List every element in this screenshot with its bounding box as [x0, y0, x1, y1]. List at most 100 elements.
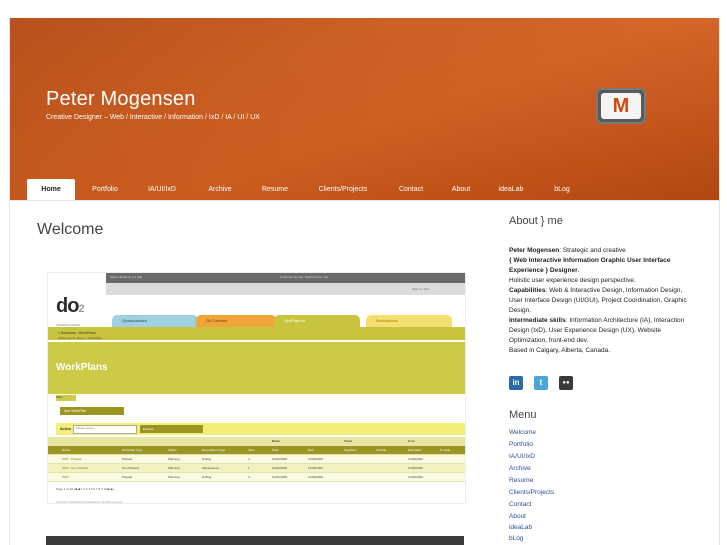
cell: 10/01/2009: [272, 466, 288, 470]
site-header: Peter Mogensen Creative Designer – Web /…: [10, 18, 719, 200]
menu-heading: Menu: [509, 409, 537, 421]
cell: 11/30/2009: [308, 457, 323, 461]
menu-link-idealab[interactable]: ideaLab: [509, 524, 532, 531]
app-breadcrumb: » Summary : WorkPlans: [58, 331, 96, 335]
logo-plate: M: [601, 93, 641, 119]
cell: Maintenance: [202, 466, 220, 470]
page-frame: Peter Mogensen Creative Designer – Web /…: [9, 18, 720, 545]
twitter-icon[interactable]: t: [534, 376, 548, 390]
cell: Phased: [122, 457, 133, 461]
nav-divider: [10, 200, 719, 201]
about-name: Peter Mogensen: [509, 247, 560, 254]
next-post-image: [46, 536, 464, 545]
customer-text: Customer for use: TechCore Co. Ltd: [280, 275, 328, 279]
app-top-bar: Sales Hierarchy 4 1 [18] Customer for us…: [106, 273, 465, 283]
cell: 3: [248, 457, 250, 461]
menu-link-about[interactable]: About: [509, 513, 526, 520]
cell: WP1 - Phased: [62, 457, 82, 461]
about-role-tail: .: [577, 267, 580, 274]
app-title-bar: WorkPlans: [48, 342, 465, 394]
col-to-date: To Date: [440, 448, 451, 452]
about-location: Based in Calgary, Alberta, Canada.: [509, 347, 611, 354]
site-title[interactable]: Peter Mogensen: [46, 88, 196, 111]
intermediate-label: Intermediate skills: [509, 317, 566, 324]
menu-link-welcome[interactable]: Welcome: [509, 429, 536, 436]
app-copyright: Copyright © 2009 DO2 Technologies Inc. A…: [56, 501, 123, 504]
cell: Drilling: [202, 457, 212, 461]
action-bar: Action - Please select - Execute: [56, 423, 465, 435]
nav-portfolio[interactable]: Portfolio: [83, 179, 127, 200]
menu-link-blog[interactable]: bLog: [509, 535, 523, 542]
action-label: Action: [60, 427, 71, 431]
app-subnav: » Summary : WorkPlans Where am I?: Home …: [48, 327, 465, 340]
action-select: - Please select -: [73, 425, 137, 434]
add-workplan-button: Add WorkPlan: [60, 407, 124, 415]
col-name: Name: [62, 448, 71, 452]
menu-link-portfolio[interactable]: Portfolio: [509, 441, 533, 448]
nav-resume[interactable]: Resume: [254, 179, 296, 200]
app-pager: Page 1 of 10 |◀ ◀ 1 2 3 4 5 6 7 8 9 10 ▶…: [56, 487, 114, 491]
col-suppliers: Suppliers: [344, 448, 357, 452]
nav-clients-projects[interactable]: Clients/Projects: [311, 179, 375, 200]
cell: 11/30/2009: [308, 475, 323, 479]
table-row: WP2 - Non-Phased Non-Phased Planning Mai…: [48, 464, 465, 473]
do2-logo-text: do: [56, 295, 79, 317]
logo-letter: M: [612, 95, 630, 117]
main-nav: Home Portfolio IA/UI/IxD Archive Resume …: [10, 176, 719, 200]
sign-in-text: Sign In / Out: [412, 287, 429, 291]
menu-link-contact[interactable]: Contact: [509, 501, 531, 508]
do2-logo-super: 2: [78, 303, 84, 315]
cell: 10/01/2009: [272, 457, 288, 461]
table-row: WP3 Phased Planning Drilling 3 10/01/200…: [48, 473, 465, 482]
hierarchy-text: Sales Hierarchy 4 1 [18]: [110, 275, 143, 279]
cell: 1: [248, 466, 250, 470]
cell: 11/30/2009: [408, 475, 423, 479]
col-workplan-type: WorkPlan Type: [122, 448, 143, 452]
about-text: Peter Mogensen: Strategic and creative {…: [509, 246, 691, 356]
nav-home[interactable]: Home: [27, 179, 75, 200]
nav-archive[interactable]: Archive: [198, 179, 242, 200]
nav-about[interactable]: About: [443, 179, 479, 200]
menu-link-archive[interactable]: Archive: [509, 465, 531, 472]
cell: Planning: [168, 466, 180, 470]
nav-idealab[interactable]: ideaLab: [492, 179, 530, 200]
cell: Phased: [122, 475, 133, 479]
cell: WP2 - Non-Phased: [62, 466, 88, 470]
flickr-icon[interactable]: ●●: [559, 376, 573, 390]
cell: Non-Phased: [122, 466, 139, 470]
table-group-header: Dates Tasks Cost: [48, 437, 465, 446]
app-tab-questionnaire: Questionnaire: [112, 315, 198, 327]
capabilities-label: Capabilities: [509, 287, 546, 294]
execute-button: Execute: [140, 425, 203, 433]
workplans-table: Dates Tasks Cost Name WorkPlan Type Stat…: [48, 437, 465, 482]
col-expenditure: Expenditure Type: [202, 448, 226, 452]
about-line2: Holistic user experience design perspect…: [509, 277, 636, 284]
col-start: Start: [272, 448, 279, 452]
cell: 11/30/2009: [408, 457, 423, 461]
col-estimated: Estimated: [408, 448, 422, 452]
cell: Drilling: [202, 475, 212, 479]
app-account-bar: Sign In / Out: [106, 283, 465, 295]
nav-contact[interactable]: Contact: [391, 179, 431, 200]
cell: 11/30/2009: [408, 466, 423, 470]
linkedin-icon[interactable]: in: [509, 376, 523, 390]
col-internal: Internal: [376, 448, 387, 452]
nav-blog[interactable]: bLog: [544, 179, 580, 200]
col-status: Status: [168, 448, 177, 452]
group-tasks: Tasks: [344, 439, 353, 443]
top-margin: [0, 0, 727, 18]
about-heading: About } me: [509, 215, 563, 227]
cell: WP3: [62, 475, 69, 479]
group-cost: Cost: [408, 439, 415, 443]
cell: 3: [248, 475, 250, 479]
cell: Planning: [168, 457, 180, 461]
site-logo[interactable]: M: [596, 88, 646, 124]
site-description: Creative Designer – Web / Interactive / …: [46, 114, 260, 121]
nav-ia-ui-ixd[interactable]: IA/UI/IxD: [141, 179, 183, 200]
menu-link-resume[interactable]: Resume: [509, 477, 533, 484]
workplans-screenshot[interactable]: Sales Hierarchy 4 1 [18] Customer for us…: [47, 272, 466, 504]
menu-link-clients-projects[interactable]: Clients/Projects: [509, 489, 554, 496]
menu-link-ia-ui-ixd[interactable]: IA/UI/IxD: [509, 453, 535, 460]
app-location: Where am I?: Home » WorkPlans: [58, 336, 103, 340]
app-page-title: WorkPlans: [56, 362, 108, 373]
